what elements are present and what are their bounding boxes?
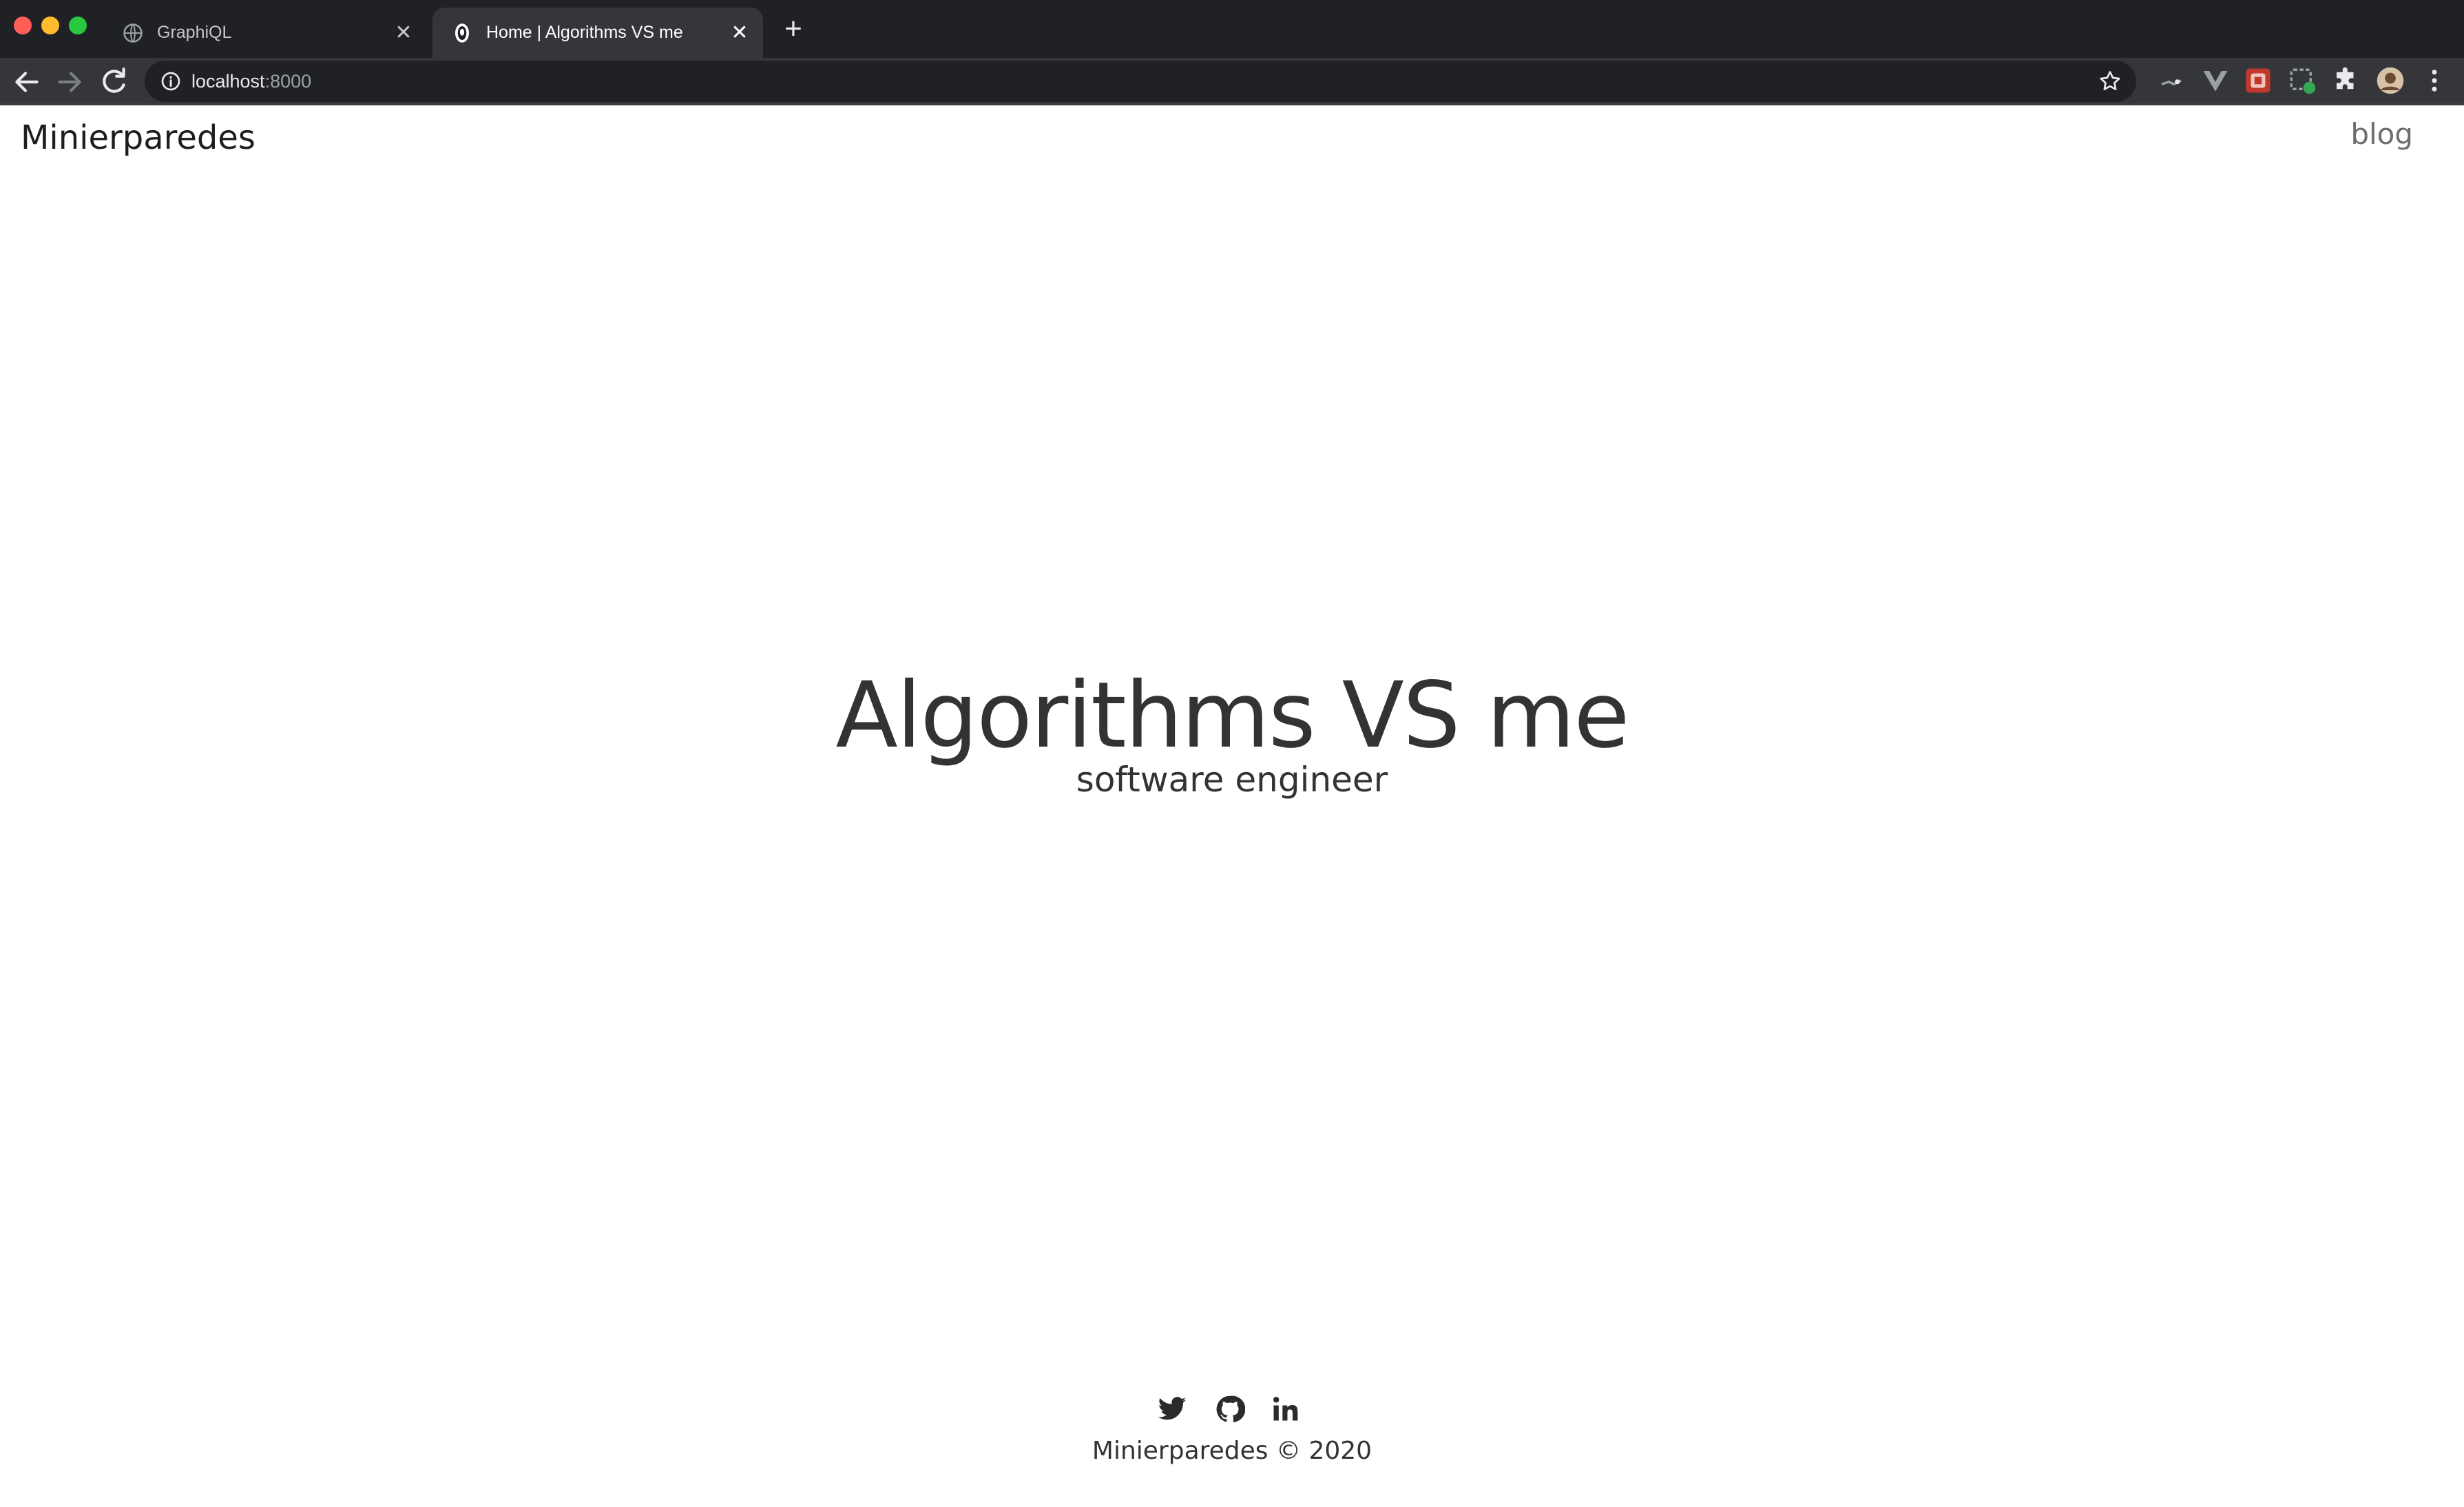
copyright-text: Minierparedes © 2020 xyxy=(1092,1437,1372,1465)
toolbar-divider xyxy=(0,103,2464,105)
vue-devtools-icon[interactable] xyxy=(2201,66,2230,95)
menu-dots-icon[interactable] xyxy=(2420,66,2449,95)
minimize-window-button[interactable] xyxy=(41,17,59,34)
tab-home[interactable]: Home | Algorithms VS me ✕ xyxy=(432,8,763,58)
browser-toolbar: localhost:8000 xyxy=(0,58,2464,105)
github-link[interactable] xyxy=(1215,1394,1246,1424)
address-bar[interactable]: localhost:8000 xyxy=(145,61,2136,102)
reload-icon[interactable] xyxy=(96,65,131,99)
tab-close-button[interactable]: ✕ xyxy=(390,22,417,43)
hero-subtitle: software engineer xyxy=(1076,760,1388,800)
twitter-icon xyxy=(1158,1397,1187,1420)
site-favicon-icon xyxy=(455,23,469,43)
globe-icon xyxy=(123,23,143,43)
url-port: :8000 xyxy=(264,71,312,92)
new-tab-button[interactable]: + xyxy=(780,14,807,44)
tab-close-button[interactable]: ✕ xyxy=(726,22,753,43)
url-host: localhost xyxy=(191,71,265,92)
extension-icon[interactable] xyxy=(2244,66,2273,95)
url-text[interactable]: localhost:8000 xyxy=(191,61,311,102)
nav-link-blog[interactable]: blog xyxy=(2350,117,2413,151)
hero-title: Algorithms VS me xyxy=(835,663,1629,769)
site-brand[interactable]: Minierparedes xyxy=(21,118,255,157)
tab-title: GraphiQL xyxy=(157,23,232,42)
tab-title: Home | Algorithms VS me xyxy=(486,23,683,42)
browser-chrome: GraphiQL ✕ Home | Algorithms VS me ✕ + l… xyxy=(0,0,2464,105)
twitter-link[interactable] xyxy=(1157,1394,1187,1424)
info-icon[interactable] xyxy=(160,70,182,92)
back-arrow-icon[interactable] xyxy=(10,65,44,99)
tab-graphiql[interactable]: GraphiQL ✕ xyxy=(110,8,427,58)
close-window-button[interactable] xyxy=(14,17,32,34)
avatar[interactable] xyxy=(2376,66,2405,95)
forward-arrow-icon[interactable] xyxy=(52,65,87,99)
extension-icon[interactable] xyxy=(2288,66,2317,95)
maximize-window-button[interactable] xyxy=(69,17,87,34)
puzzle-icon[interactable] xyxy=(2332,66,2361,95)
tab-strip: GraphiQL ✕ Home | Algorithms VS me ✕ + xyxy=(0,0,2464,58)
linkedin-link[interactable] xyxy=(1270,1394,1300,1424)
github-icon xyxy=(1216,1395,1246,1422)
social-links xyxy=(1157,1394,1308,1430)
bookmark-star-icon[interactable] xyxy=(2098,69,2122,94)
linkedin-icon xyxy=(1273,1397,1298,1421)
extension-icon[interactable] xyxy=(2157,66,2186,95)
